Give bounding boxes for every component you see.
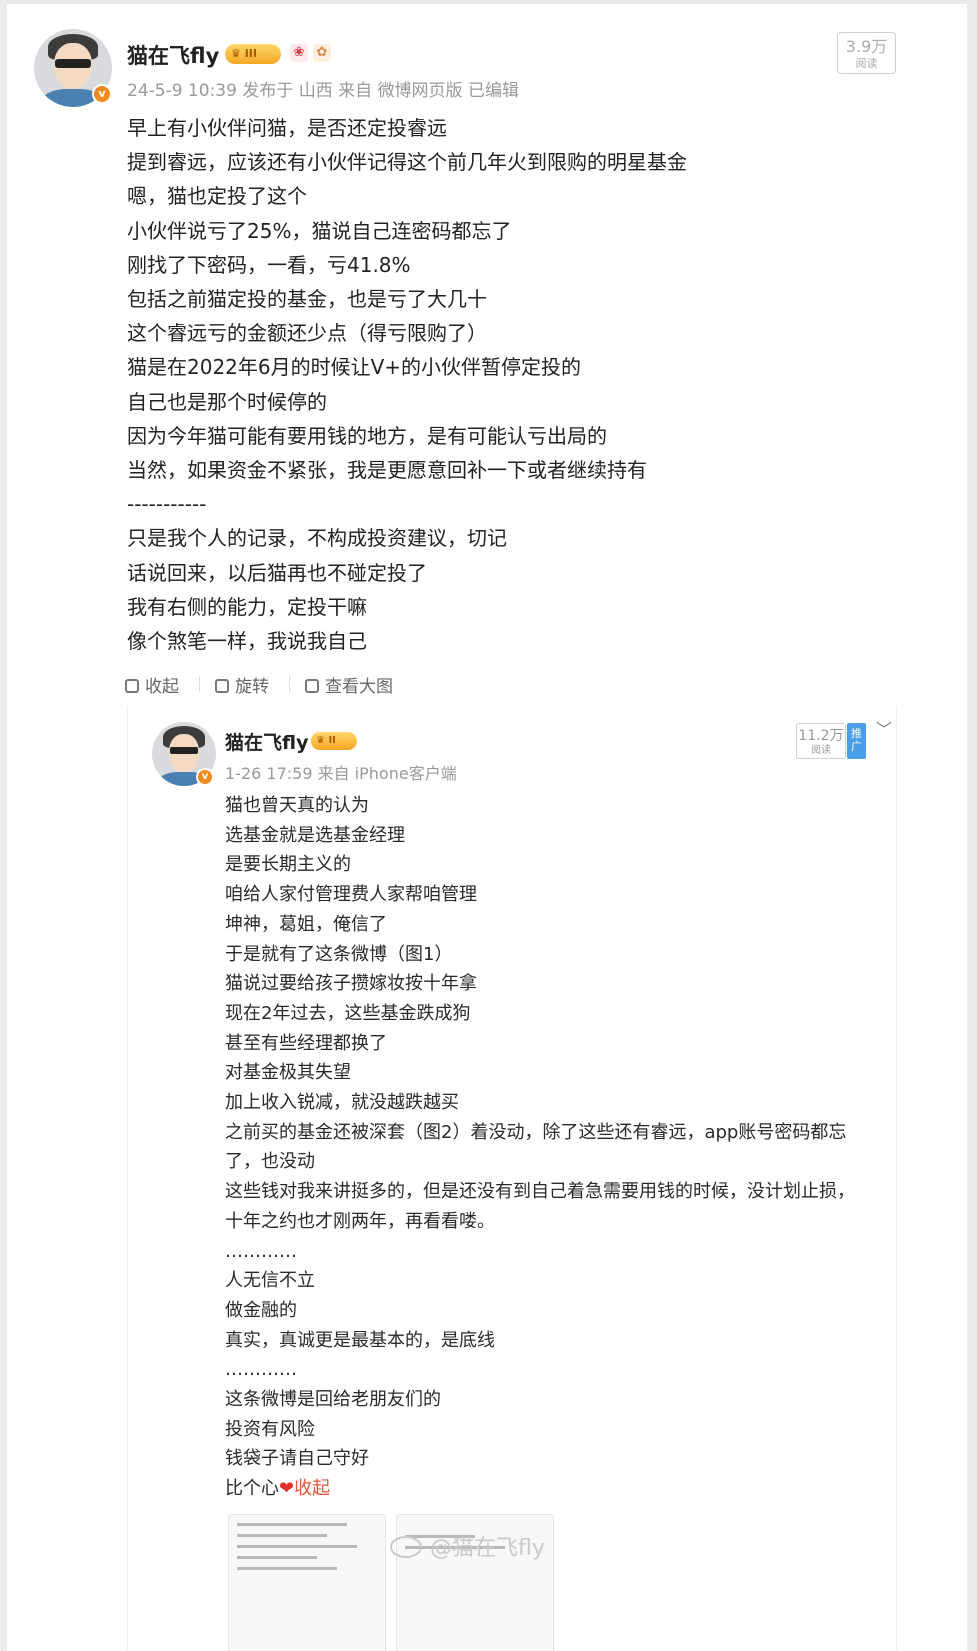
text-line: 做金融的 <box>225 1299 297 1321</box>
watermark-text: @猫在飞fly <box>430 1536 545 1561</box>
text-line: 提到睿远，应该还有小伙伴记得这个前几年火到限购的明星基金 <box>127 150 687 175</box>
embedded-level-badge-label: II <box>328 735 336 746</box>
text-line: 猫说过要给孩子攒嫁妆按十年拿 <box>225 973 477 995</box>
text-line: 真实，真诚更是最基本的，是底线 <box>225 1329 495 1351</box>
embedded-promo-badge: 推广 <box>847 723 866 759</box>
embedded-post-meta: 1-26 17:59 来自 iPhone客户端 <box>225 764 457 783</box>
text-line: 嗯，猫也定投了这个 <box>127 184 307 209</box>
text-line: 投资有风险 <box>225 1418 315 1440</box>
chevron-down-icon: ﹀ <box>876 720 893 739</box>
text-line: 包括之前猫定投的基金，也是亏了大几十 <box>127 287 487 312</box>
author-name[interactable]: 猫在飞fly <box>127 40 219 70</box>
post-text: 早上有小伙伴问猫，是否还定投睿远提到睿远，应该还有小伙伴记得这个前几年火到限购的… <box>127 111 687 658</box>
weibo-watermark: @猫在飞fly <box>390 1530 545 1562</box>
read-count: 3.9万 <box>845 37 888 56</box>
text-line: 咱给人家付管理费人家帮咱管理 <box>225 884 477 906</box>
text-line: 甚至有些经理都换了 <box>225 1032 387 1054</box>
text-line: 早上有小伙伴问猫，是否还定投睿远 <box>127 116 447 140</box>
text-line: 比个心❤收起 <box>225 1474 855 1504</box>
view-large-label: 查看大图 <box>325 677 393 697</box>
text-line: ………… <box>225 1240 297 1262</box>
view-large-button[interactable]: 查看大图 <box>289 672 393 697</box>
collapse-icon <box>125 679 139 693</box>
text-line: 钱袋子请自己守好 <box>225 1448 369 1470</box>
collapse-button[interactable]: 收起 <box>125 672 179 697</box>
text-line: 自己也是那个时候停的 <box>127 389 327 414</box>
post-meta: 24-5-9 10:39 发布于 山西 来自 微博网页版 已编辑 <box>127 81 519 101</box>
text-line: 是要长期主义的 <box>225 854 351 876</box>
text-line: 了，也没动 <box>225 1151 315 1173</box>
text-line: 人无信不立 <box>225 1270 315 1292</box>
text-line: 话说回来，以后猫再也不碰定投了 <box>127 560 427 585</box>
text-line: 像个煞笔一样，我说我自己 <box>127 629 367 654</box>
embedded-thumbnail-1 <box>228 1514 386 1651</box>
text-line: 选基金就是选基金经理 <box>225 824 405 846</box>
text-line: 当然，如果资金不紧张，我是更愿意回补一下或者继续持有 <box>127 458 647 483</box>
text-line: 加上收入锐减，就没越跌越买 <box>225 1092 459 1114</box>
embedded-level-badge: ♛ II <box>311 732 357 750</box>
text-line: 只是我个人的记录，不构成投资建议，切记 <box>127 526 507 551</box>
text-line: 之前买的基金还被深套（图2）着没动，除了这些还有睿远，app账号密码都忘 <box>225 1121 847 1143</box>
read-count-badge: 3.9万 阅读 <box>837 32 896 74</box>
gift-icon[interactable]: ✿ <box>313 44 331 62</box>
weibo-logo-icon <box>390 1536 422 1558</box>
text-line: 我有右侧的能力，定投干嘛 <box>127 594 367 619</box>
embedded-author-name: 猫在飞fly <box>225 732 309 754</box>
level-badge-label: III <box>244 47 257 60</box>
text-line: 猫是在2022年6月的时候让V+的小伙伴暂停定投的 <box>127 355 582 380</box>
embedded-post-text: 猫也曾天真的认为选基金就是选基金经理 是要长期主义的咱给人家付管理费人家帮咱管理坤… <box>225 791 855 1504</box>
text-line: 于是就有了这条微博（图1） <box>225 943 453 965</box>
weibo-post-card: v 猫在飞fly ♛ III ❀ ✿ 24-5-9 10:39 发布于 山西 来… <box>7 4 967 1651</box>
embedded-verified-badge-icon: v <box>196 768 214 786</box>
zoom-image-icon <box>305 679 319 693</box>
embedded-read-count-label: 阅读 <box>811 745 831 756</box>
rotate-button[interactable]: 旋转 <box>199 672 269 697</box>
text-line: 这些钱对我来讲挺多的，但是还没有到自己着急需要用钱的时候，没计划止损， <box>225 1181 855 1203</box>
verified-badge-icon: v <box>92 84 112 104</box>
text-line: 坤神，葛姐，俺信了 <box>225 913 387 935</box>
text-line-content: 比个心 <box>225 1478 279 1500</box>
medal-icon[interactable]: ❀ <box>290 44 308 62</box>
heart-icon: ❤ <box>279 1478 295 1500</box>
embedded-read-count-badge: 11.2万 阅读 <box>796 723 846 759</box>
embedded-screenshot-image[interactable]: v 猫在飞fly ♛ II 1-26 17:59 来自 iPhone客户端 11… <box>127 706 897 1651</box>
embedded-read-count: 11.2万 <box>798 728 844 744</box>
read-count-label: 阅读 <box>855 57 878 70</box>
text-line: 对基金极其失望 <box>225 1062 351 1084</box>
text-line: ----------- <box>127 492 207 517</box>
rotate-icon <box>215 679 229 693</box>
text-line: 十年之约也才刚两年，再看看喽。 <box>225 1210 495 1232</box>
embedded-collapse-link: 收起 <box>294 1478 331 1500</box>
rotate-label: 旋转 <box>235 677 269 697</box>
text-line: 刚找了下密码，一看，亏41.8% <box>127 252 411 277</box>
text-line: 现在2年过去，这些基金跌成狗 <box>225 1002 471 1024</box>
collapse-label: 收起 <box>145 677 179 697</box>
text-line: 小伙伴说亏了25%，猫说自己连密码都忘了 <box>127 218 512 243</box>
level-badge[interactable]: ♛ III <box>225 44 281 64</box>
text-line: 因为今年猫可能有要用钱的地方，是有可能认亏出局的 <box>127 423 607 448</box>
text-line: 猫也曾天真的认为 <box>225 795 369 816</box>
text-line: 这条微博是回给老朋友们的 <box>225 1389 441 1411</box>
text-line: 这个睿远亏的金额还少点（得亏限购了） <box>127 321 487 346</box>
text-line: ………… <box>225 1359 297 1381</box>
